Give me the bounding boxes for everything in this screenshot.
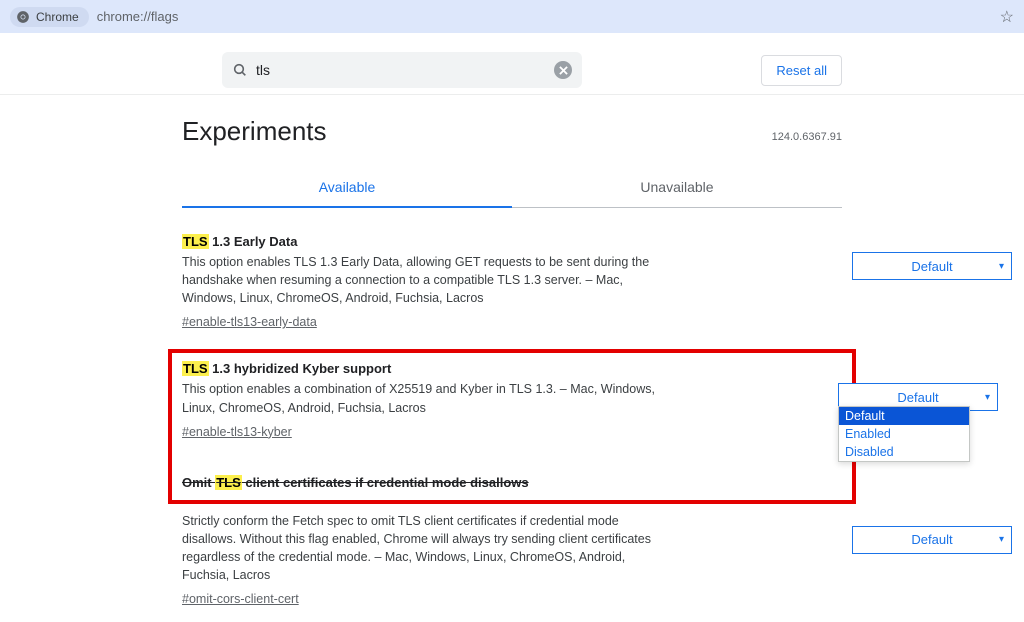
- flag-select[interactable]: Default ▾: [852, 526, 1012, 554]
- flag-item: TLS 1.3 Early Data This option enables T…: [182, 224, 842, 345]
- search-icon: [232, 62, 248, 78]
- omnibox: Chrome chrome://flags ☆: [0, 0, 1024, 34]
- flag-select-wrap: Default ▾: [852, 252, 1012, 280]
- select-option[interactable]: Default: [839, 407, 969, 425]
- title-row: Experiments 124.0.6367.91: [182, 116, 842, 147]
- flag-desc: This option enables TLS 1.3 Early Data, …: [182, 253, 662, 307]
- flag-item: Strictly conform the Fetch spec to omit …: [182, 508, 842, 622]
- version-text: 124.0.6367.91: [772, 131, 842, 143]
- chevron-down-icon: ▾: [999, 261, 1004, 272]
- select-dropdown: Default Enabled Disabled: [838, 406, 970, 462]
- flag-anchor-link[interactable]: #enable-tls13-kyber: [182, 425, 292, 439]
- select-option[interactable]: Disabled: [839, 443, 969, 461]
- search-row: Reset all: [182, 52, 842, 88]
- page-title: Experiments: [182, 116, 327, 147]
- flag-select[interactable]: Default ▾: [852, 252, 1012, 280]
- site-chip[interactable]: Chrome: [10, 7, 89, 27]
- flag-desc: Strictly conform the Fetch spec to omit …: [182, 512, 662, 585]
- tab-available[interactable]: Available: [182, 169, 512, 207]
- chevron-down-icon: ▾: [985, 392, 990, 403]
- flag-anchor-link[interactable]: #omit-cors-client-cert: [182, 592, 299, 606]
- flag-anchor-link[interactable]: #enable-tls13-early-data: [182, 315, 317, 329]
- close-icon: [559, 66, 568, 75]
- highlighted-flag-box: TLS 1.3 hybridized Kyber support This op…: [168, 349, 856, 503]
- select-option[interactable]: Enabled: [839, 425, 969, 443]
- page-content: Reset all Experiments 124.0.6367.91 Avai…: [182, 34, 842, 622]
- search-highlight: TLS: [215, 475, 242, 490]
- flag-title: TLS 1.3 Early Data: [182, 234, 842, 249]
- flag-select-wrap: Default ▾: [852, 526, 1012, 554]
- search-highlight: TLS: [182, 361, 209, 376]
- flag-title: TLS 1.3 hybridized Kyber support: [182, 361, 842, 376]
- search-box[interactable]: [222, 52, 582, 88]
- flag-select-wrap: Default ▾ Default Enabled Disabled: [838, 383, 998, 411]
- url-text[interactable]: chrome://flags: [97, 9, 992, 24]
- chrome-icon: [16, 10, 30, 24]
- reset-all-button[interactable]: Reset all: [761, 55, 842, 86]
- bookmark-star-icon[interactable]: ☆: [1000, 7, 1014, 27]
- tab-unavailable[interactable]: Unavailable: [512, 169, 842, 207]
- search-highlight: TLS: [182, 234, 209, 249]
- flag-title-struck: Omit TLS client certificates if credenti…: [182, 475, 842, 490]
- flag-item: TLS 1.3 hybridized Kyber support This op…: [182, 361, 842, 440]
- flag-desc: This option enables a combination of X25…: [182, 380, 662, 416]
- tabs: Available Unavailable: [182, 169, 842, 208]
- site-chip-label: Chrome: [36, 10, 79, 24]
- search-input[interactable]: [256, 62, 546, 78]
- clear-search-icon[interactable]: [554, 61, 572, 79]
